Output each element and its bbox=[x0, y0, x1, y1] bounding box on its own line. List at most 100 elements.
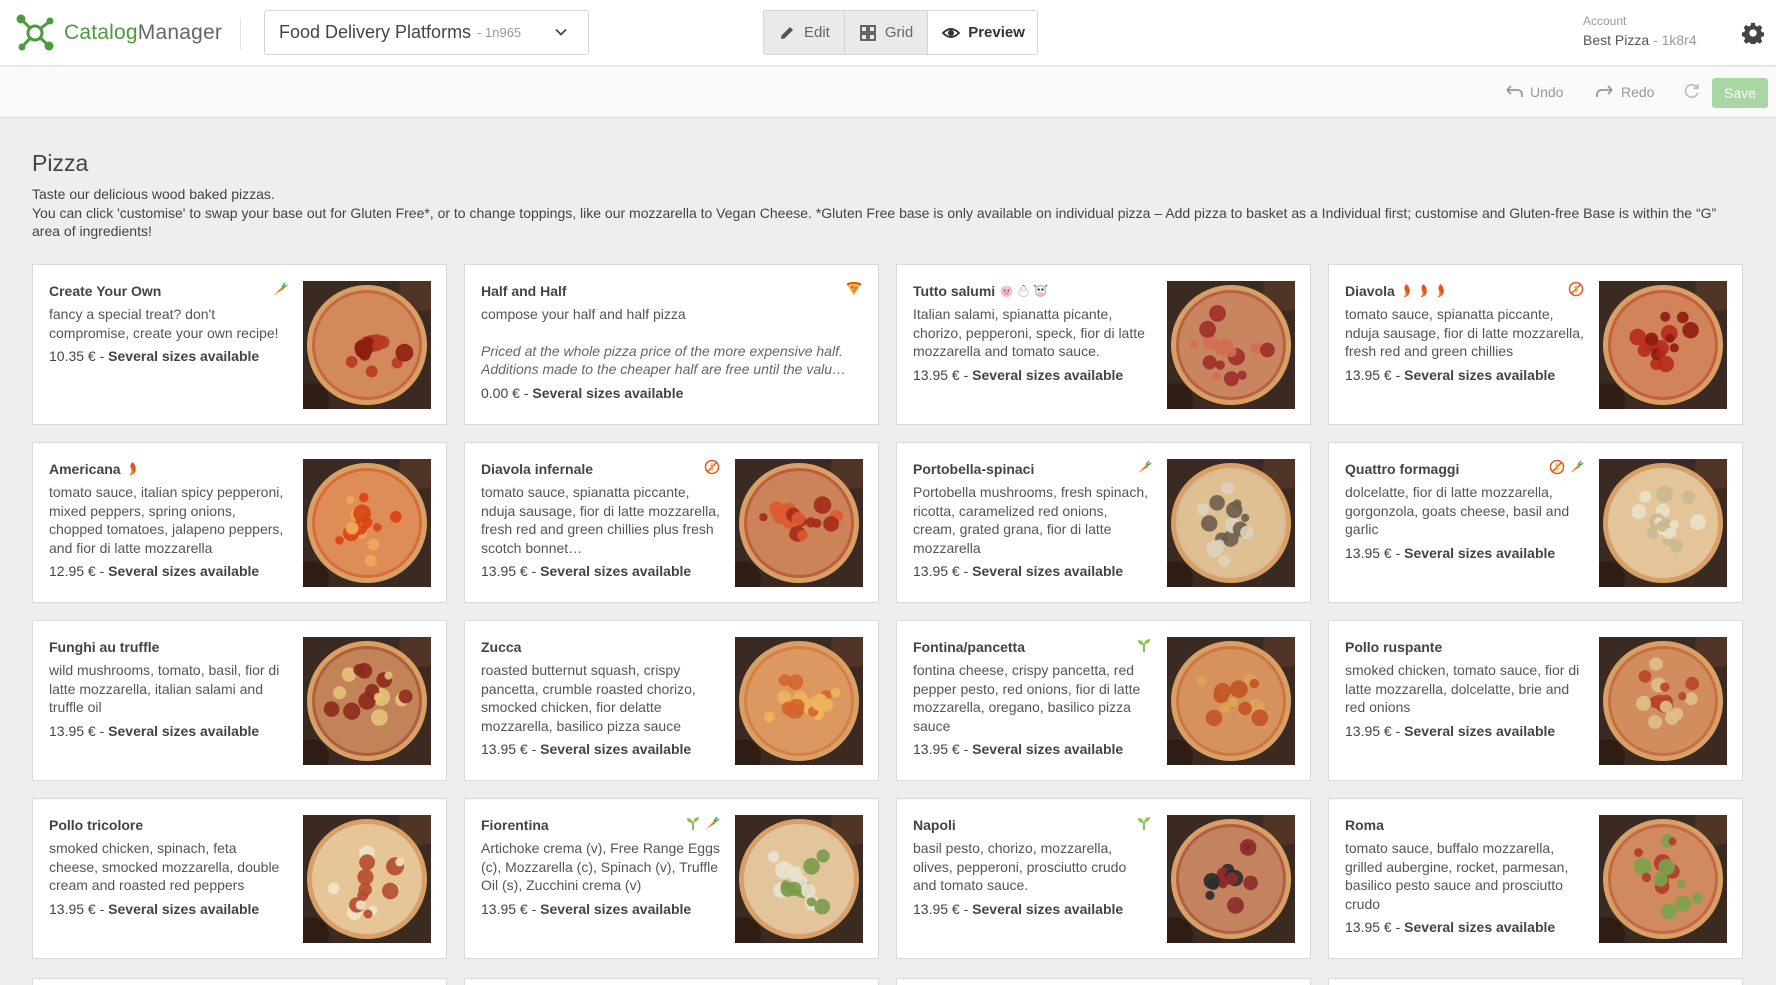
product-description: smoked chicken, tomato sauce, fior di la… bbox=[1345, 662, 1580, 715]
product-price: 13.95 € bbox=[1345, 366, 1392, 383]
product-info: Pollo tricolore smoked chicken, spinach,… bbox=[49, 817, 289, 917]
next-row-cards bbox=[32, 978, 1746, 985]
product-image[interactable] bbox=[735, 637, 863, 765]
dietary-badges bbox=[125, 461, 140, 476]
product-info: Funghi au truffle wild mushrooms, tomato… bbox=[49, 639, 289, 739]
product-card-partial[interactable] bbox=[464, 978, 879, 985]
price-separator: - bbox=[963, 741, 969, 757]
product-info: Half and Half compose your half and half… bbox=[481, 283, 861, 401]
product-description: fancy a special treat? don't compromise,… bbox=[49, 306, 279, 341]
product-card-partial[interactable] bbox=[1328, 978, 1743, 985]
price-row: 13.95 € - Several sizes available bbox=[913, 563, 1153, 579]
product-image[interactable] bbox=[303, 281, 431, 409]
product-card-partial[interactable] bbox=[896, 978, 1311, 985]
product-card[interactable]: Fiorentina Artichoke crema (v), Free Ran… bbox=[464, 798, 879, 959]
top-bar: CatalogManager Food Delivery Platforms -… bbox=[0, 0, 1776, 66]
product-image[interactable] bbox=[303, 815, 431, 943]
grid-mode-button[interactable]: Grid bbox=[844, 11, 929, 54]
price-separator: - bbox=[99, 563, 105, 579]
product-name-text: Half and Half bbox=[481, 283, 567, 299]
product-description: compose your half and half pizza bbox=[481, 306, 686, 322]
product-grid: Create Your Own fancy a special treat? d… bbox=[32, 264, 1746, 959]
product-card[interactable]: Diavola infernale tomato sauce, spianatt… bbox=[464, 442, 879, 603]
product-info: Portobella-spinaci Portobella mushrooms,… bbox=[913, 461, 1153, 579]
product-card[interactable]: Pollo ruspante smoked chicken, tomato sa… bbox=[1328, 620, 1743, 781]
product-price: 10.35 € bbox=[49, 348, 96, 364]
product-price: 0.00 € bbox=[481, 384, 520, 401]
undo-button[interactable]: Undo bbox=[1504, 84, 1563, 100]
product-image[interactable] bbox=[303, 637, 431, 765]
no-gluten-icon bbox=[1549, 459, 1565, 475]
product-card[interactable]: Pollo tricolore smoked chicken, spinach,… bbox=[32, 798, 447, 959]
product-card-partial[interactable] bbox=[32, 978, 447, 985]
pizza-photo bbox=[1167, 637, 1295, 765]
price-separator: - bbox=[99, 900, 105, 917]
product-image[interactable] bbox=[1167, 281, 1295, 409]
product-card[interactable]: Fontina/pancetta fontina cheese, crispy … bbox=[896, 620, 1311, 781]
product-name-text: Portobella-spinaci bbox=[913, 461, 1035, 477]
product-card[interactable]: Create Your Own fancy a special treat? d… bbox=[32, 264, 447, 425]
product-card[interactable]: Napoli basil pesto, chorizo, mozzarella,… bbox=[896, 798, 1311, 959]
product-info: Roma tomato sauce, buffalo mozzarella, g… bbox=[1345, 817, 1585, 935]
undo-label: Undo bbox=[1530, 84, 1564, 100]
product-card[interactable]: Roma tomato sauce, buffalo mozzarella, g… bbox=[1328, 798, 1743, 959]
product-image[interactable] bbox=[303, 459, 431, 587]
platform-select[interactable]: Food Delivery Platforms - 1n965 bbox=[264, 10, 589, 55]
product-image[interactable] bbox=[1599, 815, 1727, 943]
logo-molecule-icon bbox=[16, 14, 54, 51]
price-separator: - bbox=[963, 900, 969, 917]
product-image[interactable] bbox=[1167, 815, 1295, 943]
product-image[interactable] bbox=[1599, 637, 1727, 765]
pencil-icon bbox=[781, 26, 793, 39]
product-card[interactable]: Zucca roasted butternut squash, crispy p… bbox=[464, 620, 879, 781]
product-card[interactable]: Portobella-spinaci Portobella mushrooms,… bbox=[896, 442, 1311, 603]
price-separator: - bbox=[99, 348, 105, 364]
product-image[interactable] bbox=[1167, 637, 1295, 765]
redo-button[interactable]: Redo bbox=[1595, 84, 1654, 100]
gear-icon[interactable] bbox=[1742, 22, 1764, 44]
price-row: 13.95 € - Several sizes available bbox=[49, 901, 289, 917]
save-button[interactable]: Save bbox=[1712, 78, 1768, 108]
product-name: Portobella-spinaci bbox=[913, 461, 1153, 477]
product-card[interactable]: Half and Half compose your half and half… bbox=[464, 264, 879, 425]
product-price: 13.95 € bbox=[481, 900, 528, 917]
pizza-photo bbox=[735, 815, 863, 943]
pizza-photo bbox=[1167, 281, 1295, 409]
product-image[interactable] bbox=[1599, 281, 1727, 409]
product-image[interactable] bbox=[1599, 459, 1727, 587]
price-row: 13.95 € - Several sizes available bbox=[913, 741, 1153, 757]
product-card[interactable]: Tutto salumi Italian salami, spianatta p… bbox=[896, 264, 1311, 425]
product-image[interactable] bbox=[735, 815, 863, 943]
product-price: 13.95 € bbox=[481, 563, 528, 579]
product-card[interactable]: Americana tomato sauce, italian spicy pe… bbox=[32, 442, 447, 603]
catalog-manager-logo[interactable]: CatalogManager bbox=[14, 10, 222, 56]
sizes-label: Several sizes available bbox=[108, 348, 260, 364]
product-image[interactable] bbox=[1167, 459, 1295, 587]
product-card[interactable]: Quattro formaggi dolcelatte, fior di lat… bbox=[1328, 442, 1743, 603]
redo-label: Redo bbox=[1621, 84, 1655, 100]
preview-mode-button[interactable]: Preview bbox=[928, 11, 1037, 54]
product-image[interactable] bbox=[735, 459, 863, 587]
diet-icons bbox=[1136, 459, 1152, 475]
diet-icons bbox=[1568, 281, 1584, 297]
product-description: Portobella mushrooms, fresh spinach, ric… bbox=[913, 484, 1148, 556]
view-mode-switcher: Edit Grid Preview bbox=[763, 10, 1038, 55]
product-price: 13.95 € bbox=[49, 900, 96, 917]
product-description: Artichoke crema (v), Free Range Eggs (c)… bbox=[481, 840, 720, 893]
account-value: Best Pizza - 1k8r4 bbox=[1583, 32, 1697, 48]
section-description: Taste our delicious wood baked pizzas. Y… bbox=[32, 185, 1744, 241]
product-name: Americana bbox=[49, 461, 289, 477]
refresh-button[interactable] bbox=[1682, 83, 1702, 99]
account-info[interactable]: Account Best Pizza - 1k8r4 bbox=[1583, 14, 1697, 48]
no-gluten-icon bbox=[1568, 281, 1584, 297]
edit-mode-button[interactable]: Edit bbox=[764, 11, 845, 54]
product-card[interactable]: Diavola tomato sauce, spianatta piccante… bbox=[1328, 264, 1743, 425]
sprout-icon bbox=[685, 815, 701, 831]
product-info: Fontina/pancetta fontina cheese, crispy … bbox=[913, 639, 1153, 757]
cow-icon bbox=[1033, 283, 1048, 298]
refresh-icon bbox=[1684, 83, 1699, 99]
product-card[interactable]: Funghi au truffle wild mushrooms, tomato… bbox=[32, 620, 447, 781]
pizza-photo bbox=[303, 815, 431, 943]
diet-icons bbox=[1136, 637, 1152, 653]
product-price: 13.95 € bbox=[481, 741, 528, 757]
